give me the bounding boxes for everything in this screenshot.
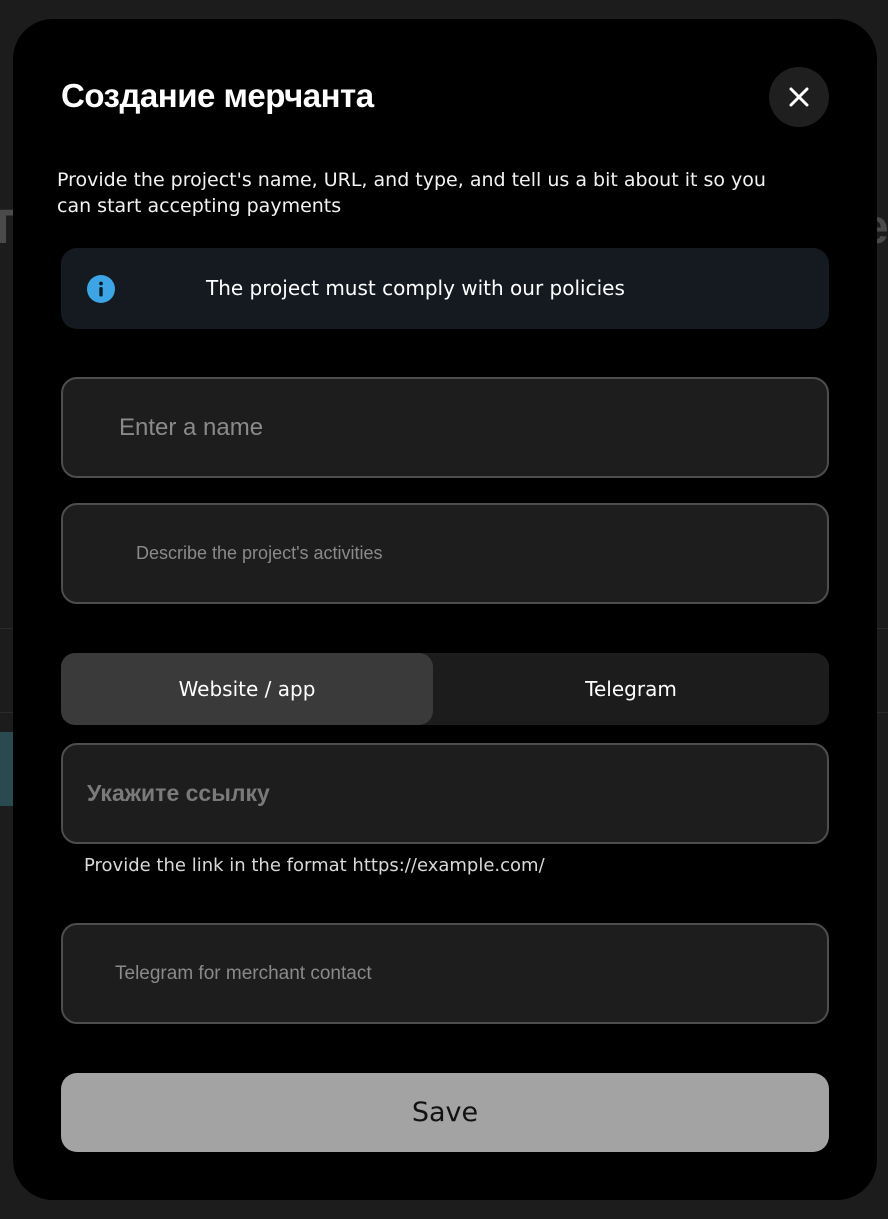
policy-notice: The project must comply with our policie… xyxy=(61,248,829,329)
modal-title: Создание мерчанта xyxy=(61,77,374,114)
close-button[interactable] xyxy=(769,67,829,127)
description-input[interactable] xyxy=(136,505,807,602)
name-field xyxy=(61,377,829,478)
policy-notice-text: The project must comply with our policie… xyxy=(206,276,625,300)
create-merchant-modal: Создание мерчанта Provide the project's … xyxy=(13,19,877,1200)
save-button[interactable]: Save xyxy=(61,1073,829,1152)
info-icon xyxy=(87,275,115,303)
url-format-hint: Provide the link in the format https://e… xyxy=(84,855,545,876)
close-icon xyxy=(789,87,809,107)
tab-website-app[interactable]: Website / app xyxy=(61,653,433,725)
telegram-contact-input[interactable] xyxy=(115,925,807,1022)
tab-telegram[interactable]: Telegram xyxy=(433,653,829,725)
url-input[interactable] xyxy=(87,745,807,842)
telegram-contact-field xyxy=(61,923,829,1024)
url-field xyxy=(61,743,829,844)
name-input[interactable] xyxy=(119,379,807,476)
modal-description: Provide the project's name, URL, and typ… xyxy=(57,169,766,217)
project-type-selector: Website / app Telegram xyxy=(61,653,829,725)
description-field xyxy=(61,503,829,604)
